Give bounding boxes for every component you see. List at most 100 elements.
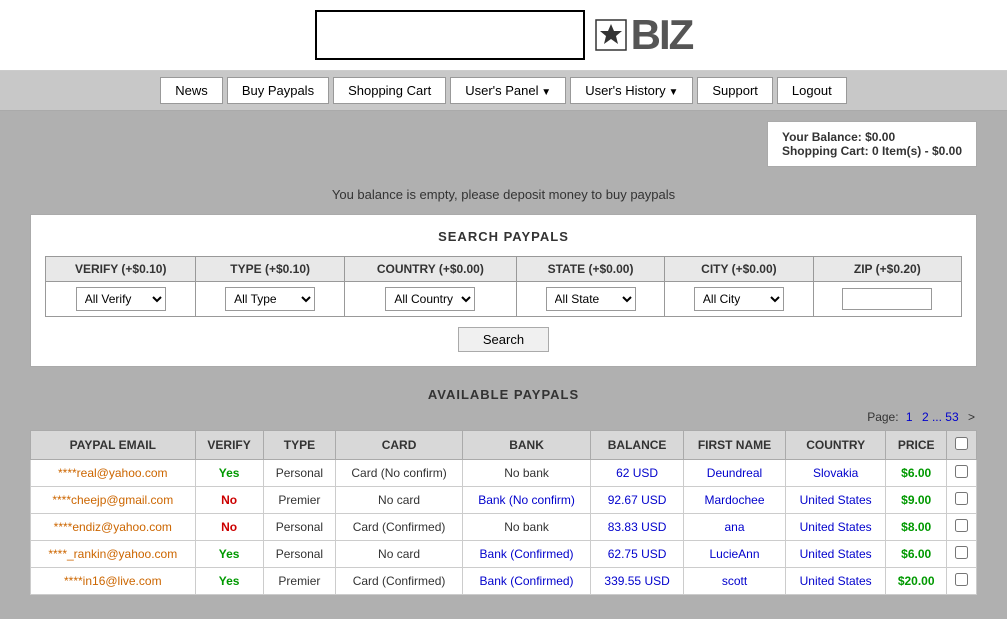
row-checkbox-cell (947, 514, 977, 541)
city-header: CITY (+$0.00) (665, 257, 813, 282)
balance-cell: 62 USD (591, 460, 684, 487)
firstname-cell: LucieAnn (684, 541, 786, 568)
email-link[interactable]: ****in16@live.com (64, 574, 162, 588)
nav-bar: News Buy Paypals Shopping Cart User's Pa… (0, 71, 1007, 111)
country-cell: Slovakia (785, 460, 885, 487)
card-cell: No card (336, 487, 463, 514)
card-cell: Card (Confirmed) (336, 568, 463, 595)
search-section: SEARCH PAYPALS VERIFY (+$0.10) TYPE (+$0… (30, 214, 977, 367)
balance-box: Your Balance: $0.00 Shopping Cart: 0 Ite… (767, 121, 977, 167)
firstname-cell: ana (684, 514, 786, 541)
select-all-checkbox[interactable] (955, 437, 968, 450)
col-firstname: FIRST NAME (684, 431, 786, 460)
nav-buy-paypals[interactable]: Buy Paypals (227, 77, 329, 104)
table-row: ****_rankin@yahoo.com Yes Personal No ca… (31, 541, 977, 568)
nav-shopping-cart[interactable]: Shopping Cart (333, 77, 446, 104)
col-select (947, 431, 977, 460)
balance-cell: 62.75 USD (591, 541, 684, 568)
page-current[interactable]: 1 (906, 410, 913, 424)
email-link[interactable]: ****_rankin@yahoo.com (48, 547, 177, 561)
table-row: ****cheejp@gmail.com No Premier No card … (31, 487, 977, 514)
search-title: SEARCH PAYPALS (45, 229, 962, 244)
bank-cell: No bank (462, 460, 590, 487)
price-cell: $6.00 (886, 541, 947, 568)
country-cell: United States (785, 541, 885, 568)
email-link[interactable]: ****real@yahoo.com (58, 466, 168, 480)
type-cell: Personal (263, 460, 336, 487)
verify-cell: No (195, 514, 263, 541)
page-next[interactable]: 2 ... 53 (920, 410, 961, 424)
row-checkbox-cell (947, 541, 977, 568)
bank-cell: Bank (Confirmed) (462, 541, 590, 568)
verify-cell: Yes (195, 460, 263, 487)
firstname-cell: Mardochee (684, 487, 786, 514)
pagination: Page: 1 2 ... 53 > (30, 410, 977, 424)
balance-notice: You balance is empty, please deposit mon… (30, 177, 977, 208)
country-cell: United States (785, 514, 885, 541)
zip-input[interactable] (842, 288, 932, 310)
country-select[interactable]: All Country (385, 287, 475, 311)
filter-table: VERIFY (+$0.10) TYPE (+$0.10) COUNTRY (+… (45, 256, 962, 317)
search-button[interactable]: Search (458, 327, 549, 352)
balance-label: Your Balance: $0.00 (782, 130, 962, 144)
nav-news[interactable]: News (160, 77, 223, 104)
verify-select[interactable]: All Verify (76, 287, 166, 311)
card-cell: No card (336, 541, 463, 568)
col-type: TYPE (263, 431, 336, 460)
type-cell: Premier (263, 568, 336, 595)
available-title: AVAILABLE PAYPALS (30, 387, 977, 402)
bank-cell: Bank (No confirm) (462, 487, 590, 514)
table-row: ****real@yahoo.com Yes Personal Card (No… (31, 460, 977, 487)
page-arrow: > (968, 410, 975, 424)
country-cell: United States (785, 568, 885, 595)
col-email: PAYPAL EMAIL (31, 431, 196, 460)
balance-cell: 92.67 USD (591, 487, 684, 514)
price-cell: $20.00 (886, 568, 947, 595)
header: BIZ (0, 0, 1007, 71)
type-cell: Personal (263, 514, 336, 541)
verify-header: VERIFY (+$0.10) (46, 257, 196, 282)
email-link[interactable]: ****endiz@yahoo.com (54, 520, 172, 534)
balance-area: Your Balance: $0.00 Shopping Cart: 0 Ite… (0, 111, 1007, 167)
main-content: You balance is empty, please deposit mon… (0, 167, 1007, 615)
row-checkbox[interactable] (955, 573, 968, 586)
balance-cell: 339.55 USD (591, 568, 684, 595)
row-checkbox-cell (947, 487, 977, 514)
verify-cell: No (195, 487, 263, 514)
price-cell: $9.00 (886, 487, 947, 514)
col-verify: VERIFY (195, 431, 263, 460)
results-table: PAYPAL EMAIL VERIFY TYPE CARD BANK BALAN… (30, 430, 977, 595)
balance-cell: 83.83 USD (591, 514, 684, 541)
col-country: COUNTRY (785, 431, 885, 460)
card-cell: Card (No confirm) (336, 460, 463, 487)
country-cell: United States (785, 487, 885, 514)
type-cell: Personal (263, 541, 336, 568)
zip-header: ZIP (+$0.20) (813, 257, 961, 282)
col-card: CARD (336, 431, 463, 460)
row-checkbox[interactable] (955, 465, 968, 478)
country-header: COUNTRY (+$0.00) (344, 257, 516, 282)
star-icon (595, 19, 627, 51)
type-select[interactable]: All Type (225, 287, 315, 311)
type-cell: Premier (263, 487, 336, 514)
row-checkbox[interactable] (955, 546, 968, 559)
row-checkbox-cell (947, 568, 977, 595)
table-row: ****in16@live.com Yes Premier Card (Conf… (31, 568, 977, 595)
nav-users-panel[interactable]: User's Panel (450, 77, 566, 104)
logo-label: BIZ (631, 11, 693, 59)
row-checkbox[interactable] (955, 519, 968, 532)
nav-logout[interactable]: Logout (777, 77, 847, 104)
city-select[interactable]: All City (694, 287, 784, 311)
logo-input[interactable] (315, 10, 585, 60)
row-checkbox-cell (947, 460, 977, 487)
type-header: TYPE (+$0.10) (196, 257, 344, 282)
nav-support[interactable]: Support (697, 77, 773, 104)
row-checkbox[interactable] (955, 492, 968, 505)
price-cell: $8.00 (886, 514, 947, 541)
state-select[interactable]: All State (546, 287, 636, 311)
email-link[interactable]: ****cheejp@gmail.com (52, 493, 173, 507)
col-price: PRICE (886, 431, 947, 460)
price-cell: $6.00 (886, 460, 947, 487)
nav-users-history[interactable]: User's History (570, 77, 693, 104)
page-label: Page: (867, 410, 898, 424)
